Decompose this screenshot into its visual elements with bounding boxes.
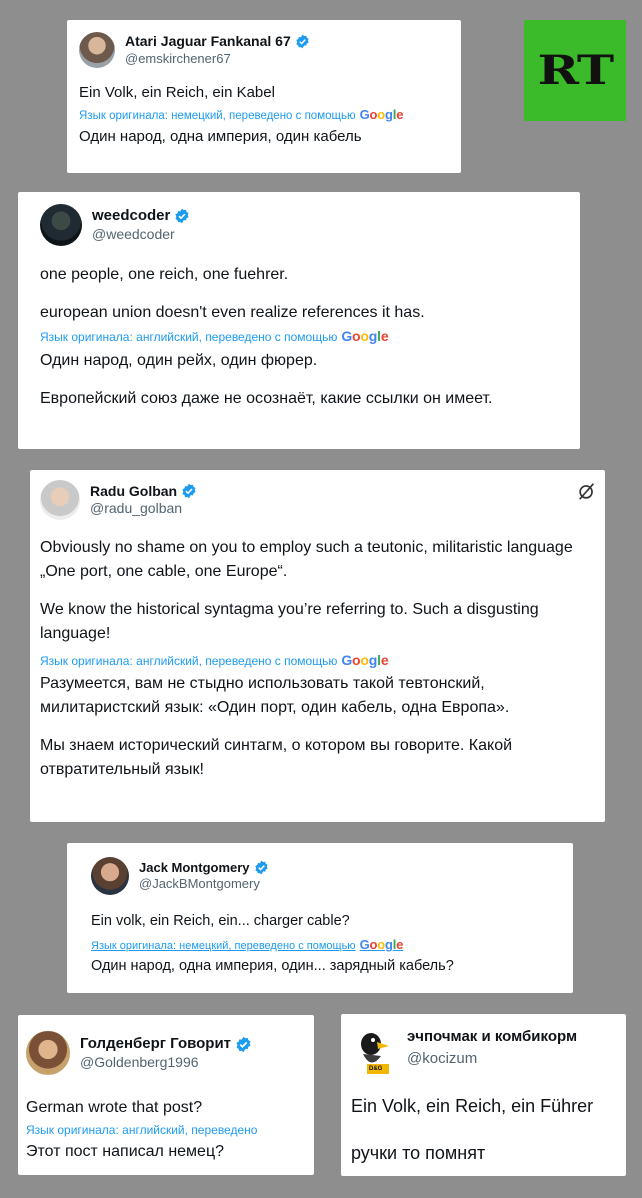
avatar-badge-text: D&G (369, 1066, 383, 1072)
author-name[interactable]: Radu Golban (90, 483, 197, 501)
author-block: эчпочмак и комбикорм @kocizum (407, 1028, 577, 1069)
author-block: weedcoder @weedcoder (92, 207, 190, 243)
post-card-3[interactable]: Radu Golban @radu_golban Obviously no sh… (30, 470, 605, 822)
avatar[interactable] (40, 204, 82, 246)
post-header: Atari Jaguar Fankanal 67 @emskirchener67 (79, 32, 451, 68)
author-handle[interactable]: @Goldenberg1996 (80, 1054, 252, 1072)
post-text-line-1: one people, one reich, one fuehrer. (40, 266, 289, 283)
author-handle[interactable]: @weedcoder (92, 226, 190, 244)
translation-notice-text: Язык оригинала: немецкий, переведено с п… (91, 940, 356, 952)
author-name[interactable]: Jack Montgomery (139, 860, 269, 876)
rt-logo-text: RT (537, 47, 614, 94)
post-text: Ein Volk, ein Reich, ein Führer (351, 1096, 594, 1116)
translated-text-line-1: Один народ, один рейх, один фюрер. (40, 352, 318, 369)
author-handle[interactable]: @kocizum (407, 1050, 577, 1069)
translation-notice[interactable]: Язык оригинала: английский, переведено (26, 1123, 308, 1137)
author-name[interactable]: weedcoder (92, 207, 190, 226)
author-handle[interactable]: @emskirchener67 (125, 51, 310, 67)
google-logo: Google (341, 652, 389, 668)
author-block: Голденберг Говорит @Goldenberg1996 (80, 1035, 252, 1071)
author-block: Radu Golban @radu_golban (90, 483, 197, 518)
post-text: Ein Volk, ein Reich, ein Kabel (79, 84, 275, 101)
post-header: Radu Golban @radu_golban (40, 480, 589, 520)
author-handle[interactable]: @radu_golban (90, 500, 197, 518)
post-header: weedcoder @weedcoder (40, 204, 566, 246)
verified-badge-icon (236, 1036, 251, 1053)
author-name-text: Голденберг Говорит (80, 1034, 232, 1052)
author-handle[interactable]: @JackBMontgomery (139, 876, 269, 892)
avatar[interactable] (26, 1031, 70, 1075)
translation-notice[interactable]: Язык оригинала: английский, переведено с… (40, 652, 589, 668)
post-header: Голденберг Говорит @Goldenberg1996 (26, 1031, 308, 1075)
post-card-4[interactable]: Jack Montgomery @JackBMontgomery Ein vol… (67, 843, 573, 993)
post-text: German wrote that post? (26, 1099, 203, 1116)
verified-badge-icon (296, 35, 309, 49)
translation-notice-text: Язык оригинала: английский, переведено с… (40, 330, 338, 344)
author-block: Jack Montgomery @JackBMontgomery (139, 860, 269, 893)
google-logo: Google (359, 107, 404, 122)
avatar[interactable] (40, 480, 80, 520)
avatar[interactable] (79, 32, 115, 68)
avatar[interactable]: D&G (351, 1026, 397, 1076)
author-block: Atari Jaguar Fankanal 67 @emskirchener67 (125, 33, 310, 67)
post-header: D&G эчпочмак и комбикорм @kocizum (351, 1026, 620, 1076)
translation-notice-text: Язык оригинала: английский, переведено (26, 1123, 258, 1137)
translation-notice-text: Язык оригинала: английский, переведено с… (40, 654, 338, 668)
translated-text-line-2: Мы знаем исторический синтагм, о котором… (40, 737, 513, 778)
translation-notice[interactable]: Язык оригинала: немецкий, переведено с п… (79, 107, 451, 122)
post-text-line-2: We know the historical syntagma you’re r… (40, 601, 539, 642)
avatar[interactable] (91, 857, 129, 895)
translated-text: Один народ, одна империя, один... зарядн… (91, 958, 454, 974)
translation-notice[interactable]: Язык оригинала: немецкий, переведено с п… (91, 937, 563, 952)
translation-notice-text: Язык оригинала: немецкий, переведено с п… (79, 110, 356, 122)
translated-text-line-2: Европейский союз даже не осознаёт, какие… (40, 390, 493, 407)
translated-text: Этот пост написал немец? (26, 1143, 225, 1160)
post-header: Jack Montgomery @JackBMontgomery (91, 857, 563, 895)
rt-logo: RT (524, 20, 626, 121)
grok-icon[interactable] (576, 480, 598, 502)
author-name[interactable]: Голденберг Говорит (80, 1035, 252, 1054)
verified-badge-icon (175, 208, 189, 224)
author-name-text: эчпочмак и комбикорм (407, 1028, 578, 1045)
author-name[interactable]: эчпочмак и комбикорм (407, 1028, 577, 1047)
post-text: Ein volk, ein Reich, ein... charger cabl… (91, 913, 350, 929)
author-name-text: Atari Jaguar Fankanal 67 (125, 33, 291, 50)
author-name-text: weedcoder (92, 206, 171, 224)
google-logo: Google (341, 328, 389, 344)
post-text-line-1: Obviously no shame on you to employ such… (40, 539, 573, 580)
author-name-text: Jack Montgomery (139, 859, 250, 875)
post-text-2: ручки то помнят (351, 1143, 486, 1163)
google-logo: Google (359, 937, 404, 952)
post-card-1[interactable]: Atari Jaguar Fankanal 67 @emskirchener67… (67, 20, 461, 173)
translated-text-line-1: Разумеется, вам не стыдно использовать т… (40, 675, 510, 716)
post-text-line-2: european union doesn't even realize refe… (40, 304, 425, 321)
post-card-6[interactable]: D&G эчпочмак и комбикорм @kocizum Ein Vo… (341, 1014, 626, 1176)
post-card-2[interactable]: weedcoder @weedcoder one people, one rei… (18, 192, 580, 449)
author-name-text: Radu Golban (90, 482, 178, 499)
verified-badge-icon (182, 483, 196, 499)
verified-badge-icon (254, 861, 268, 875)
post-card-5[interactable]: Голденберг Говорит @Goldenberg1996 Germa… (18, 1015, 314, 1175)
translated-text: Один народ, одна империя, один кабель (79, 128, 362, 145)
author-name[interactable]: Atari Jaguar Fankanal 67 (125, 33, 310, 51)
translation-notice[interactable]: Язык оригинала: английский, переведено с… (40, 328, 566, 344)
